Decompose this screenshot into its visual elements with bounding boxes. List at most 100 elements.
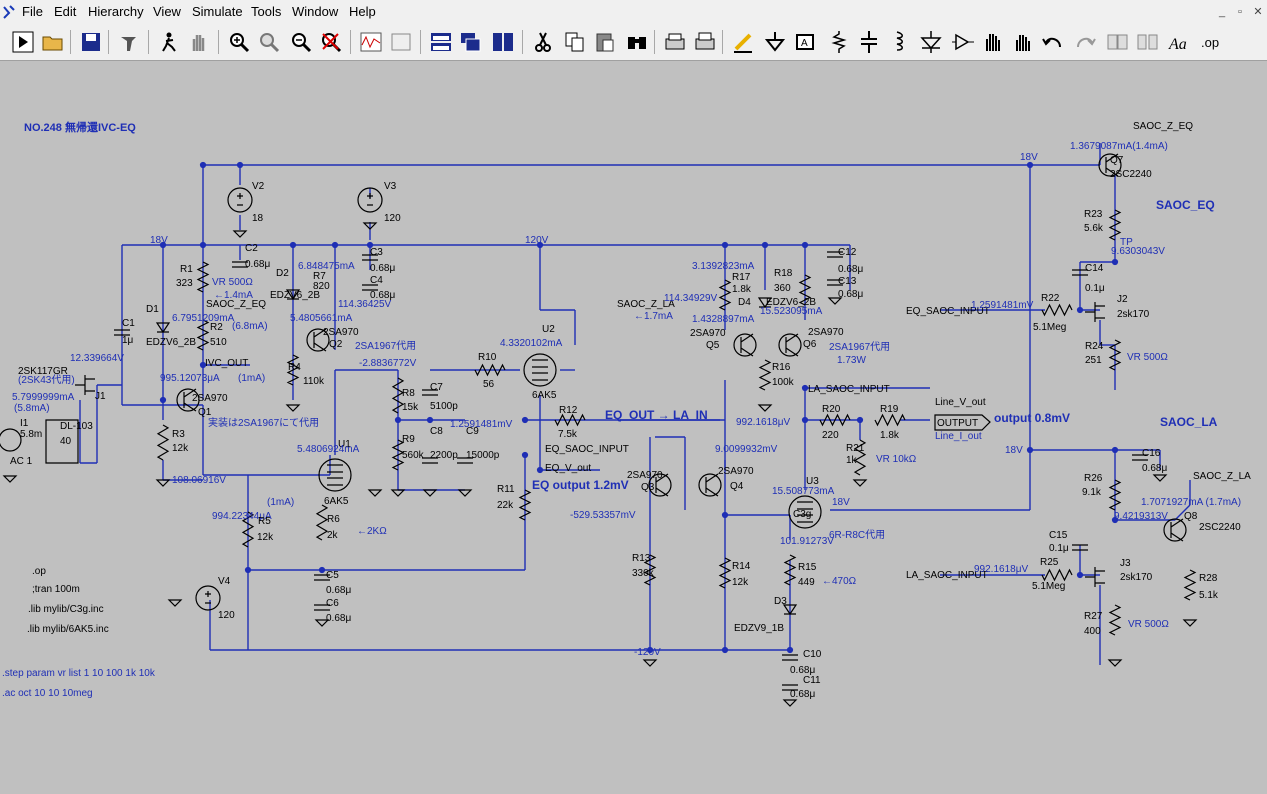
draw-wire-icon[interactable] [730,29,756,55]
schematic-label[interactable]: 5.4805661mA [290,313,352,324]
schematic-label[interactable]: 6AK5 [532,390,556,401]
run-stop-icon[interactable] [156,29,182,55]
schematic-label[interactable]: 114.34929V [664,293,717,304]
schematic-label[interactable]: R11 [497,484,515,495]
schematic-label[interactable]: 510 [210,337,227,348]
schematic-label[interactable]: R5 [258,516,271,527]
schematic-label[interactable]: 2SA970 [718,466,754,477]
schematic-label[interactable]: ;tran 100m [32,584,80,595]
schematic-label[interactable]: R28 [1199,573,1217,584]
schematic-label[interactable]: R12 [559,405,577,416]
schematic-label[interactable]: 0.68μ [370,263,395,274]
menu-simulate[interactable]: Simulate [192,4,243,19]
schematic-label[interactable]: 2SA970 [808,327,844,338]
resistor-icon[interactable] [826,29,852,55]
schematic-label[interactable]: (5.8mA) [14,403,50,414]
schematic-label[interactable]: 56 [483,379,494,390]
schematic-label[interactable]: 5.8m [20,429,42,440]
schematic-label[interactable]: R19 [880,404,898,415]
schematic-label[interactable]: (2SK43代用) [18,375,75,386]
schematic-label[interactable]: SAOC_EQ [1156,199,1215,211]
schematic-label[interactable]: 2SA970 [690,328,726,339]
schematic-label[interactable]: 12.339664V [70,353,124,364]
schematic-label[interactable]: 2SA970 [192,393,228,404]
undo-icon[interactable] [1040,29,1066,55]
cut-icon[interactable] [530,29,556,55]
move-icon[interactable] [980,29,1006,55]
close-button[interactable]: ✕ [1251,5,1265,19]
schematic-label[interactable]: U2 [542,324,555,335]
schematic-label[interactable]: EDZV6_2B [146,337,196,348]
schematic-label[interactable]: C6 [326,598,339,609]
schematic-label[interactable]: C12 [838,247,856,258]
component-icon[interactable] [950,29,976,55]
schematic-label[interactable]: R27 [1084,611,1102,622]
schematic-label[interactable]: Q8 [1184,511,1197,522]
schematic-label[interactable]: 6.848475mA [298,261,355,272]
schematic-label[interactable]: 12k [172,443,188,454]
schematic-label[interactable]: 560k [402,450,424,461]
schematic-label[interactable]: C16 [1142,448,1160,459]
schematic-label[interactable]: 2SA1967代用 [355,341,416,352]
schematic-label[interactable]: 2SA970 [627,470,663,481]
schematic-label[interactable]: 2SA970 [323,327,359,338]
schematic-label[interactable]: C10 [803,649,821,660]
schematic-label[interactable]: R17 [732,272,750,283]
tile-icon[interactable] [490,29,516,55]
schematic-label[interactable]: 5.4806924mA [297,444,359,455]
schematic-label[interactable]: 2SC2240 [1199,522,1241,533]
find-icon[interactable] [624,29,650,55]
schematic-label[interactable]: Line_V_out [935,397,986,408]
schematic-label[interactable]: ←1.7mA [634,311,673,322]
capacitor-icon[interactable] [856,29,882,55]
schematic-label[interactable]: VR 500Ω [1127,352,1168,363]
schematic-label[interactable]: R6 [327,514,340,525]
schematic-label[interactable]: 15k [402,402,418,413]
schematic-label[interactable]: 1.8k [732,284,751,295]
schematic-label[interactable]: Line_I_out [935,431,982,442]
schematic-label[interactable]: VR 500Ω [212,277,253,288]
schematic-label[interactable]: 5100p [430,401,458,412]
schematic-label[interactable]: C4 [370,275,383,286]
schematic-label[interactable]: 220 [822,430,839,441]
pan-icon[interactable] [186,29,212,55]
schematic-label[interactable]: J2 [1117,294,1128,305]
schematic-label[interactable]: 40 [60,436,71,447]
schematic-label[interactable]: 5.1Meg [1032,581,1065,592]
menu-view[interactable]: View [153,4,181,19]
schematic-label[interactable]: 5.1k [1199,590,1218,601]
schematic-label[interactable]: SAOC_LA [1160,416,1217,428]
schematic-label[interactable]: (6.8mA) [232,321,268,332]
ground-icon[interactable] [762,29,788,55]
schematic-label[interactable]: 1.73W [837,355,866,366]
schematic-label[interactable]: D2 [276,268,289,279]
schematic-label[interactable]: 6.7951209mA [172,313,234,324]
schematic-label[interactable]: C1 [122,318,135,329]
schematic-label[interactable]: D1 [146,304,159,315]
schematic-label[interactable]: DL-103 [60,421,93,432]
schematic-label[interactable]: 2sk170 [1117,309,1149,320]
schematic-label[interactable]: 15000p [466,450,499,461]
schematic-label[interactable]: C3g [793,509,811,520]
zoom-out-icon[interactable] [288,29,314,55]
schematic-label[interactable]: R26 [1084,473,1102,484]
schematic-label[interactable]: 18 [252,213,263,224]
schematic-label[interactable]: R8 [402,388,415,399]
schematic-label[interactable]: 9.6303043V [1111,246,1165,257]
schematic-label[interactable]: 2200p [430,450,458,461]
schematic-label[interactable]: 0.68μ [838,289,863,300]
schematic-label[interactable]: R10 [478,352,496,363]
schematic-label[interactable]: R3 [172,429,185,440]
schematic-label[interactable]: R23 [1084,209,1102,220]
schematic-label[interactable]: V3 [384,181,396,192]
schematic-label[interactable]: 1.7071927mA (1.7mA) [1141,497,1241,508]
schematic-label[interactable]: R15 [798,562,816,573]
schematic-label[interactable]: 2SA1967代用 [829,342,890,353]
zoom-in-icon[interactable] [226,29,252,55]
schematic-label[interactable]: Q1 [198,407,211,418]
schematic-label[interactable]: 120 [218,610,235,621]
schematic-label[interactable]: R22 [1041,293,1059,304]
diode-icon[interactable] [918,29,944,55]
schematic-label[interactable]: Q6 [803,339,816,350]
schematic-label[interactable]: V4 [218,576,230,587]
